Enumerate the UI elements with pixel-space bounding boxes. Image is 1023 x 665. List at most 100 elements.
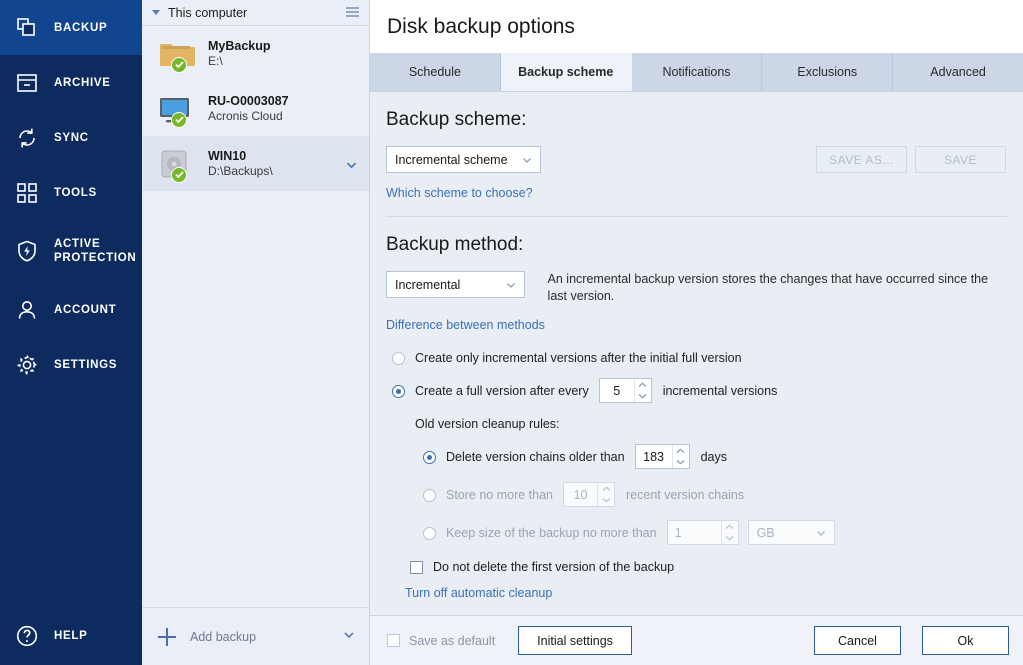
stepper-up-icon[interactable]: [673, 445, 689, 457]
save-button[interactable]: SAVE: [915, 146, 1006, 173]
difference-between-methods-link[interactable]: Difference between methods: [386, 318, 1007, 332]
chevron-down-icon: [506, 280, 516, 290]
status-ok-icon: [171, 112, 187, 128]
help-label: HELP: [54, 629, 87, 643]
delete-older-than-value: 183: [636, 445, 672, 468]
checkbox-do-not-delete-first[interactable]: [410, 561, 423, 574]
backup-list-panel: This computer MyBackup E:\: [142, 0, 370, 665]
list-item[interactable]: MyBackup E:\: [142, 26, 369, 81]
full-after-every-value: 5: [600, 379, 634, 402]
stepper-down-icon[interactable]: [598, 495, 614, 507]
radio-delete-older-than[interactable]: [423, 451, 436, 464]
stepper-down-icon[interactable]: [635, 391, 651, 403]
tab-label: Schedule: [409, 65, 461, 79]
sync-icon: [14, 125, 40, 151]
chevron-down-icon: [816, 528, 826, 538]
add-backup-button[interactable]: Add backup: [142, 607, 369, 665]
keep-size-unit-select[interactable]: GB: [748, 520, 835, 545]
tab-advanced[interactable]: Advanced: [893, 53, 1023, 91]
sidebar-item-label: ACCOUNT: [54, 303, 116, 317]
which-scheme-link[interactable]: Which scheme to choose?: [386, 186, 1007, 200]
backup-scheme-select[interactable]: Incremental scheme: [386, 146, 541, 173]
keep-size-value: 1: [668, 521, 721, 544]
delete-older-than-suffix: days: [701, 450, 727, 464]
list-item[interactable]: WIN10 D:\Backups\: [142, 136, 369, 191]
hamburger-icon[interactable]: [346, 7, 359, 19]
radio-store-no-more-than[interactable]: [423, 489, 436, 502]
dialog-footer: Save as default Initial settings Cancel …: [370, 615, 1023, 665]
radio-delete-older-than-label: Delete version chains older than: [446, 450, 625, 464]
radio-full-after-every-label: Create a full version after every: [415, 384, 589, 398]
main-content: Disk backup options Schedule Backup sche…: [370, 0, 1023, 665]
sidebar-item-label: ACTIVEPROTECTION: [54, 237, 136, 265]
stepper-up-icon[interactable]: [635, 379, 651, 391]
sidebar-item-sync[interactable]: SYNC: [0, 110, 142, 165]
save-label: SAVE: [944, 153, 977, 167]
account-icon: [14, 297, 40, 323]
keep-size-unit-value: GB: [757, 526, 816, 540]
list-item-sub: Acronis Cloud: [208, 109, 289, 123]
add-backup-label: Add backup: [190, 630, 329, 644]
sidebar-item-backup[interactable]: BACKUP: [0, 0, 142, 55]
list-item-sub: E:\: [208, 54, 271, 68]
backup-list-title: This computer: [168, 6, 346, 20]
save-as-button[interactable]: SAVE AS...: [816, 146, 907, 173]
sidebar-item-tools[interactable]: TOOLS: [0, 165, 142, 220]
tab-bar: Schedule Backup scheme Notifications Exc…: [370, 53, 1023, 92]
cancel-button[interactable]: Cancel: [814, 626, 901, 655]
stepper-down-icon[interactable]: [673, 457, 689, 469]
radio-incremental-only[interactable]: [392, 352, 405, 365]
page-title: Disk backup options: [387, 15, 575, 39]
save-as-label: SAVE AS...: [829, 153, 894, 167]
full-after-every-suffix: incremental versions: [663, 384, 778, 398]
list-item-name: WIN10: [208, 149, 273, 163]
left-navigation: BACKUP ARCHIVE SYNC: [0, 0, 142, 665]
stepper-up-icon[interactable]: [722, 521, 738, 533]
turn-off-automatic-cleanup-link[interactable]: Turn off automatic cleanup: [386, 586, 1007, 600]
list-item-name: MyBackup: [208, 39, 271, 53]
store-no-more-than-stepper[interactable]: 10: [563, 482, 615, 507]
sidebar-item-archive[interactable]: ARCHIVE: [0, 55, 142, 110]
backup-method-description: An incremental backup version stores the…: [548, 271, 1007, 305]
stepper-down-icon[interactable]: [722, 533, 738, 545]
shield-icon: [14, 238, 40, 264]
keep-size-stepper[interactable]: 1: [667, 520, 739, 545]
help-button[interactable]: HELP: [0, 607, 142, 665]
delete-older-than-stepper[interactable]: 183: [635, 444, 690, 469]
initial-settings-label: Initial settings: [537, 634, 613, 648]
collapse-caret-icon[interactable]: [152, 10, 160, 15]
chevron-down-icon[interactable]: [346, 160, 355, 169]
sidebar-item-label: SYNC: [54, 131, 89, 145]
backup-method-selected-value: Incremental: [395, 278, 506, 292]
harddisk-icon: [158, 147, 196, 181]
ok-button[interactable]: Ok: [922, 626, 1009, 655]
dialog-title-bar: Disk backup options: [370, 0, 1023, 53]
status-ok-icon: [171, 57, 187, 73]
chevron-down-icon[interactable]: [343, 628, 355, 646]
save-as-default-label: Save as default: [409, 634, 495, 648]
initial-settings-button[interactable]: Initial settings: [518, 626, 632, 655]
tab-exclusions[interactable]: Exclusions: [762, 53, 893, 91]
tab-notifications[interactable]: Notifications: [632, 53, 763, 91]
radio-keep-size[interactable]: [423, 527, 436, 540]
sidebar-item-account[interactable]: ACCOUNT: [0, 282, 142, 337]
store-no-more-than-suffix: recent version chains: [626, 488, 744, 502]
options-scroll-area[interactable]: Backup scheme: Incremental scheme SAVE A…: [370, 92, 1023, 615]
full-after-every-stepper[interactable]: 5: [599, 378, 652, 403]
radio-full-after-every[interactable]: [392, 385, 405, 398]
list-item-sub: D:\Backups\: [208, 164, 273, 178]
sidebar-item-label: ARCHIVE: [54, 76, 111, 90]
tab-schedule[interactable]: Schedule: [370, 53, 501, 91]
sidebar-item-active-protection[interactable]: ACTIVEPROTECTION: [0, 220, 142, 282]
store-no-more-than-value: 10: [564, 483, 597, 506]
stepper-up-icon[interactable]: [598, 483, 614, 495]
list-item[interactable]: RU-O0003087 Acronis Cloud: [142, 81, 369, 136]
backup-list-header: This computer: [142, 0, 369, 26]
checkbox-save-as-default[interactable]: [387, 634, 400, 647]
sidebar-item-settings[interactable]: SETTINGS: [0, 337, 142, 392]
tab-label: Notifications: [662, 65, 730, 79]
backup-method-heading: Backup method:: [386, 217, 1007, 256]
help-icon: [14, 623, 40, 649]
backup-method-select[interactable]: Incremental: [386, 271, 525, 298]
tab-backup-scheme[interactable]: Backup scheme: [501, 53, 632, 91]
